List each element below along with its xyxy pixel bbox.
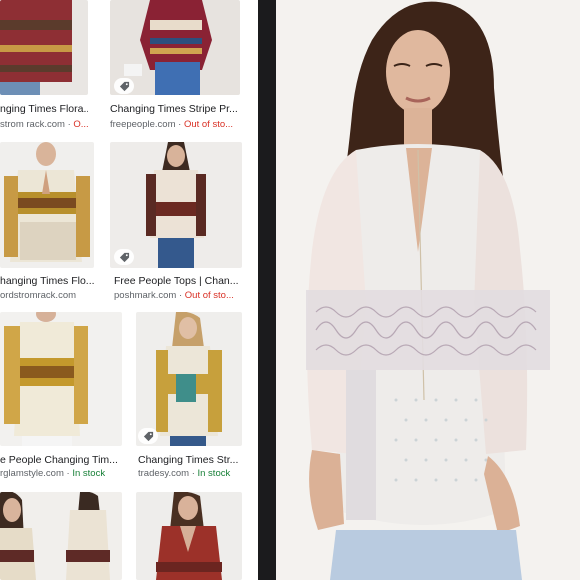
result-thumbnail[interactable] [136, 492, 242, 580]
result-thumbnail[interactable] [0, 492, 122, 580]
price-tag-icon [114, 78, 134, 94]
result-thumbnail[interactable] [0, 312, 122, 446]
separator: · [191, 468, 195, 479]
result-source[interactable]: rglamstyle.com [0, 468, 64, 479]
result-title[interactable]: Free People Tops | Chan... [114, 275, 258, 287]
result-source[interactable]: freepeople.com [110, 119, 175, 130]
result-title[interactable]: Changing Times Stripe Pr... [110, 103, 258, 115]
preview-image [276, 0, 580, 580]
result-source[interactable]: ordstromrack.com [0, 290, 76, 301]
search-results-grid: nging Times Flora... strom rack.com · O.… [0, 0, 258, 580]
panel-divider [258, 0, 276, 580]
result-source-line: poshmark.com · Out of sto... [114, 290, 258, 301]
result-source[interactable]: tradesy.com [138, 468, 189, 479]
result-card[interactable] [136, 492, 258, 580]
result-source-line: rglamstyle.com · In stock [0, 468, 126, 479]
stock-status: Out of sto... [183, 119, 234, 130]
result-card[interactable]: hanging Times Flo... ordstromrack.com [0, 142, 96, 302]
result-source-line: strom rack.com · O... [0, 119, 88, 130]
result-title[interactable]: Changing Times Str... [138, 454, 258, 466]
result-thumbnail[interactable] [110, 0, 240, 95]
result-source[interactable]: poshmark.com [114, 290, 176, 301]
separator: · [67, 119, 71, 130]
separator: · [178, 119, 182, 130]
result-thumbnail[interactable] [0, 142, 94, 268]
result-card[interactable]: Free People Tops | Chan... poshmark.com … [110, 142, 258, 302]
stock-status: In stock [197, 468, 231, 479]
result-card[interactable]: Changing Times Str... tradesy.com · In s… [136, 312, 258, 482]
separator: · [66, 468, 70, 479]
result-source-line: tradesy.com · In stock [138, 468, 258, 479]
price-tag-icon [138, 428, 158, 444]
stock-status: O... [73, 119, 88, 130]
result-thumbnail[interactable] [0, 0, 88, 95]
result-source[interactable]: strom rack.com [0, 119, 65, 130]
result-title[interactable]: e People Changing Tim... [0, 454, 126, 466]
result-card[interactable]: e People Changing Tim... rglamstyle.com … [0, 312, 126, 482]
result-source-line: ordstromrack.com [0, 290, 96, 301]
result-card[interactable] [0, 492, 126, 580]
separator: · [178, 290, 183, 301]
stock-status: In stock [72, 468, 106, 479]
result-card[interactable]: nging Times Flora... strom rack.com · O.… [0, 0, 88, 135]
result-source-line: freepeople.com · Out of sto... [110, 119, 258, 130]
result-thumbnail[interactable] [110, 142, 242, 268]
price-tag-icon [114, 249, 134, 265]
result-card[interactable]: Changing Times Stripe Pr... freepeople.c… [110, 0, 258, 135]
result-thumbnail[interactable] [136, 312, 242, 446]
result-title[interactable]: nging Times Flora... [0, 103, 88, 115]
stock-status: Out of sto... [184, 290, 234, 301]
result-title[interactable]: hanging Times Flo... [0, 275, 96, 287]
image-preview-panel[interactable] [276, 0, 580, 580]
